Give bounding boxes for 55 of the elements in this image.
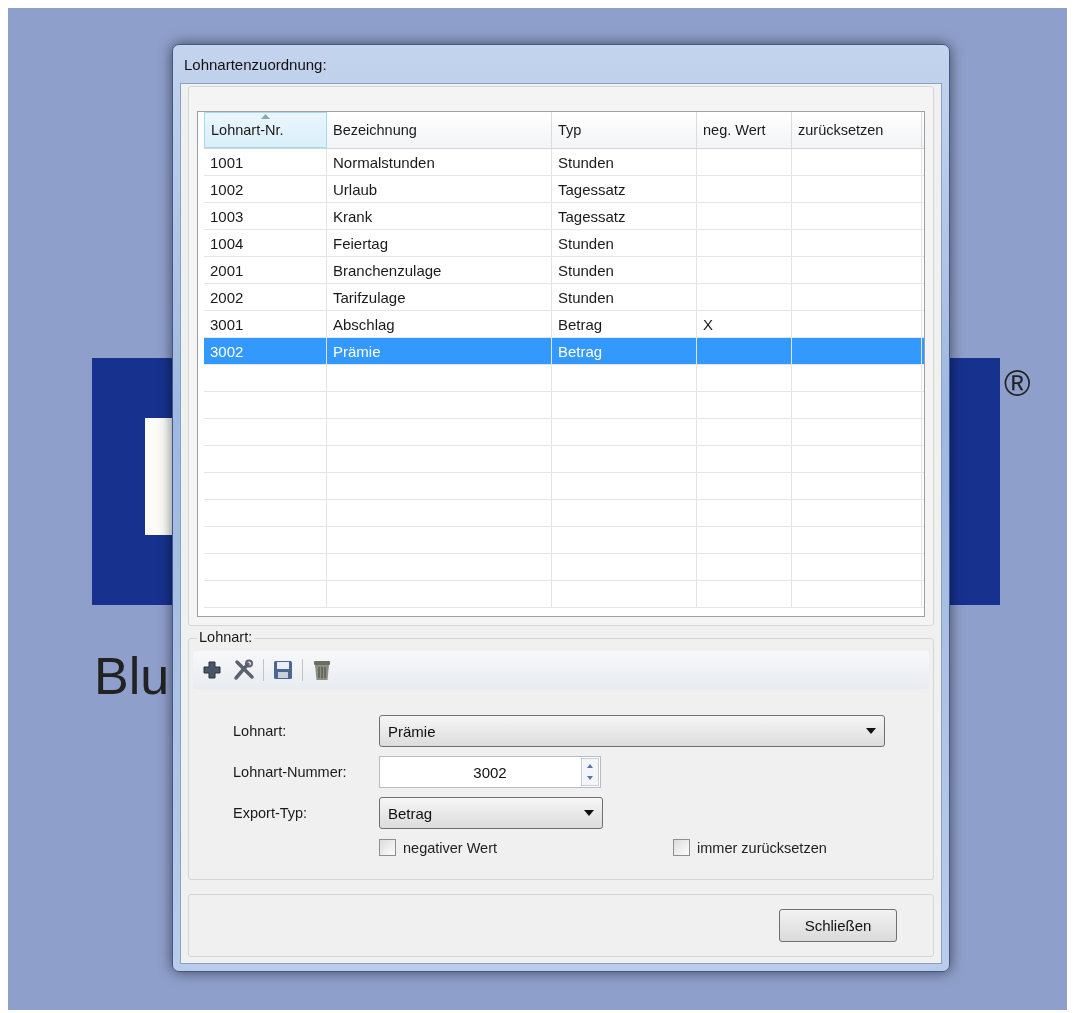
table-cell: Prämie bbox=[333, 342, 381, 360]
logo-text: Blu bbox=[94, 646, 170, 706]
dropdown[interactable]: Betrag bbox=[379, 797, 603, 829]
trademark-sign: ® bbox=[1004, 364, 1031, 404]
table-cell: Stunden bbox=[558, 234, 614, 252]
checkbox-label: immer zurücksetzen bbox=[697, 839, 827, 856]
table-row[interactable]: 1003 Krank Tagessatz bbox=[204, 203, 924, 230]
table-row[interactable]: 2001 Branchenzulage Stunden bbox=[204, 257, 924, 284]
table-row[interactable]: 2002 Tarifzulage Stunden bbox=[204, 284, 924, 311]
table-cell: Krank bbox=[333, 207, 373, 225]
checkbox-label: negativer Wert bbox=[403, 839, 498, 856]
dropdown-arrow-icon bbox=[866, 728, 876, 734]
table-cell: Stunden bbox=[558, 261, 614, 279]
table-row[interactable]: 1004 Feiertag Stunden bbox=[204, 230, 924, 257]
table-cell: 1004 bbox=[210, 234, 244, 252]
table-cell: 1002 bbox=[210, 180, 244, 198]
table-cell: Tarifzulage bbox=[333, 288, 406, 306]
close-button[interactable]: Schließen bbox=[779, 909, 897, 942]
table-cell: Branchenzulage bbox=[333, 261, 442, 279]
table-cell: Feiertag bbox=[333, 234, 389, 252]
table-cell: Tagessatz bbox=[558, 207, 626, 225]
tools-icon[interactable] bbox=[231, 657, 257, 683]
table-cell: Normalstunden bbox=[333, 153, 435, 171]
table-cell: Tagessatz bbox=[558, 180, 626, 198]
table-row[interactable]: 1002 Urlaub Tagessatz bbox=[204, 176, 924, 203]
column-header[interactable]: Typ bbox=[552, 112, 697, 148]
column-header[interactable]: Lohnart-Nr. bbox=[204, 112, 327, 148]
window-title: Lohnartenzuordnung: bbox=[184, 55, 327, 73]
dropdown-arrow-icon bbox=[584, 810, 594, 816]
table-cell: Abschlag bbox=[333, 315, 395, 333]
table-cell: 3001 bbox=[210, 315, 244, 333]
table-cell: 1003 bbox=[210, 207, 244, 225]
table-cell: Urlaub bbox=[333, 180, 378, 198]
checkbox[interactable] bbox=[673, 839, 691, 856]
table-cell: X bbox=[703, 315, 713, 333]
field-label: Lohnart-Nummer: bbox=[233, 764, 348, 780]
table-cell: Betrag bbox=[558, 342, 603, 360]
table-cell: Stunden bbox=[558, 288, 614, 306]
group-title: Lohnart: bbox=[197, 629, 255, 645]
dropdown[interactable]: Prämie bbox=[379, 715, 885, 747]
spinner-buttons[interactable] bbox=[581, 758, 599, 786]
table-cell: 1001 bbox=[210, 153, 244, 171]
table-cell: 2002 bbox=[210, 288, 244, 306]
table-cell: Stunden bbox=[558, 153, 614, 171]
table-cell: Betrag bbox=[558, 315, 603, 333]
number-field[interactable]: 3002 bbox=[379, 756, 601, 788]
field-label: Lohnart: bbox=[233, 723, 288, 739]
table-cell: 2001 bbox=[210, 261, 244, 279]
field-label: Export-Typ: bbox=[233, 805, 309, 821]
column-header[interactable]: zurücksetzen bbox=[792, 112, 922, 148]
table-cell: 3002 bbox=[210, 342, 244, 360]
column-header[interactable]: Bezeichnung bbox=[327, 112, 552, 148]
table-row[interactable]: 1001 Normalstunden Stunden bbox=[204, 149, 924, 176]
checkbox[interactable] bbox=[379, 839, 396, 856]
column-header[interactable]: neg. Wert bbox=[697, 112, 792, 148]
